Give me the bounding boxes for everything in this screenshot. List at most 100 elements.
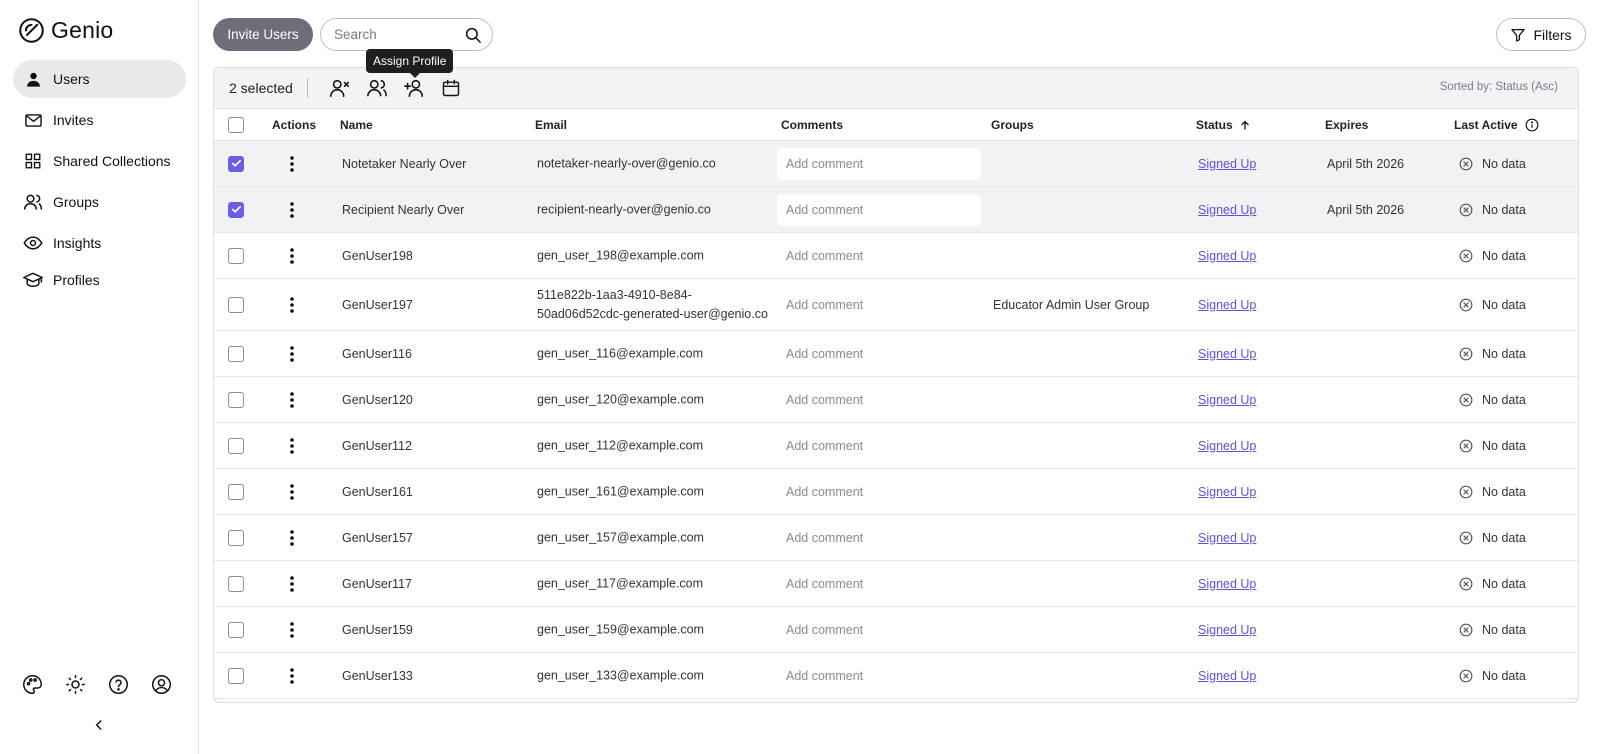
comment-input[interactable] xyxy=(777,337,981,370)
table-row[interactable]: GenUser120 gen_user_120@example.com Sign… xyxy=(214,377,1578,423)
sidebar-item-label: Groups xyxy=(53,194,99,210)
sidebar-item-insights[interactable]: Insights xyxy=(13,224,186,262)
comment-input[interactable] xyxy=(777,239,981,272)
row-checkbox[interactable] xyxy=(228,575,244,592)
row-actions-menu[interactable] xyxy=(284,528,300,548)
sidebar-item-groups[interactable]: Groups xyxy=(13,183,186,221)
row-checkbox[interactable] xyxy=(228,483,244,500)
row-actions-menu[interactable] xyxy=(284,620,300,640)
comment-input[interactable] xyxy=(777,659,981,692)
row-actions-menu[interactable] xyxy=(284,154,300,174)
remove-users-icon[interactable] xyxy=(328,76,353,101)
row-status-link[interactable]: Signed Up xyxy=(1198,577,1256,591)
row-actions-menu[interactable] xyxy=(284,390,300,410)
row-status-link[interactable]: Signed Up xyxy=(1198,347,1256,361)
row-actions-menu[interactable] xyxy=(284,574,300,594)
row-status-link[interactable]: Signed Up xyxy=(1198,439,1256,453)
comment-input[interactable] xyxy=(777,288,981,321)
row-actions-menu[interactable] xyxy=(284,295,300,315)
table-row[interactable]: GenUser116 gen_user_116@example.com Sign… xyxy=(214,331,1578,377)
row-actions-menu[interactable] xyxy=(284,482,300,502)
header-email[interactable]: Email xyxy=(535,118,567,132)
divider xyxy=(306,78,308,98)
comment-input[interactable] xyxy=(777,383,981,416)
row-checkbox[interactable] xyxy=(228,529,244,546)
help-icon[interactable] xyxy=(108,674,129,695)
table-row[interactable]: GenUser117 gen_user_117@example.com Sign… xyxy=(214,561,1578,607)
row-status-link[interactable]: Signed Up xyxy=(1198,485,1256,499)
comment-input[interactable] xyxy=(777,429,981,462)
row-checkbox[interactable] xyxy=(228,667,244,684)
row-actions-menu[interactable] xyxy=(284,246,300,266)
header-last-active[interactable]: Last Active xyxy=(1454,118,1539,132)
row-checkbox[interactable] xyxy=(228,201,244,218)
filters-button[interactable]: Filters xyxy=(1496,18,1586,51)
row-status-link[interactable]: Signed Up xyxy=(1198,203,1256,217)
sidebar-item-invites[interactable]: Invites xyxy=(13,101,186,139)
collapse-sidebar-button[interactable] xyxy=(90,716,108,734)
table-row[interactable]: GenUser157 gen_user_157@example.com Sign… xyxy=(214,515,1578,561)
header-status[interactable]: Status xyxy=(1196,118,1251,132)
checkbox[interactable] xyxy=(228,116,244,133)
sidebar-item-shared-collections[interactable]: Shared Collections xyxy=(13,142,186,180)
row-status-link[interactable]: Signed Up xyxy=(1198,393,1256,407)
comment-input[interactable] xyxy=(777,521,981,554)
row-last-active-label: No data xyxy=(1482,530,1526,545)
comment-input[interactable] xyxy=(777,613,981,646)
assign-group-icon[interactable] xyxy=(365,76,390,101)
info-icon[interactable] xyxy=(1525,118,1539,132)
account-icon[interactable] xyxy=(151,674,172,695)
chevron-left-icon xyxy=(95,720,102,730)
row-checkbox[interactable] xyxy=(228,391,244,408)
row-comment-cell xyxy=(777,288,981,321)
row-status-link[interactable]: Signed Up xyxy=(1198,298,1256,312)
row-status-link[interactable]: Signed Up xyxy=(1198,531,1256,545)
select-all-checkbox[interactable] xyxy=(228,116,244,133)
no-data-icon xyxy=(1459,157,1473,170)
table-row[interactable]: GenUser133 gen_user_133@example.com Sign… xyxy=(214,653,1578,699)
row-actions-menu[interactable] xyxy=(284,344,300,364)
table-row[interactable]: Recipient Nearly Over recipient-nearly-o… xyxy=(214,187,1578,233)
sidebar-item-users[interactable]: Users xyxy=(13,60,186,98)
table-row[interactable]: Notetaker Nearly Over notetaker-nearly-o… xyxy=(214,141,1578,187)
comment-input[interactable] xyxy=(777,193,981,226)
row-name: GenUser197 xyxy=(342,297,413,312)
table-row[interactable]: GenUser198 gen_user_198@example.com Sign… xyxy=(214,233,1578,279)
row-checkbox[interactable] xyxy=(228,345,244,362)
row-status-link[interactable]: Signed Up xyxy=(1198,249,1256,263)
no-data-icon xyxy=(1459,439,1473,452)
search-input[interactable] xyxy=(334,27,454,42)
header-name[interactable]: Name xyxy=(340,118,373,132)
comment-input[interactable] xyxy=(777,475,981,508)
no-data-icon xyxy=(1459,203,1473,216)
row-actions-menu[interactable] xyxy=(284,200,300,220)
comment-input[interactable] xyxy=(777,567,981,600)
row-status-link[interactable]: Signed Up xyxy=(1198,157,1256,171)
more-vertical-icon xyxy=(290,483,294,500)
assign-profile-icon[interactable] xyxy=(402,76,427,101)
row-actions-menu[interactable] xyxy=(284,436,300,456)
row-status-link[interactable]: Signed Up xyxy=(1198,669,1256,683)
table-row[interactable]: GenUser159 gen_user_159@example.com Sign… xyxy=(214,607,1578,653)
row-checkbox[interactable] xyxy=(228,621,244,638)
table-row[interactable]: GenUser197 511e822b-1aa3-4910-8e84- 50ad0… xyxy=(214,279,1578,331)
table-row[interactable]: GenUser112 gen_user_112@example.com Sign… xyxy=(214,423,1578,469)
row-checkbox[interactable] xyxy=(228,296,244,313)
row-status-link[interactable]: Signed Up xyxy=(1198,623,1256,637)
row-name: GenUser161 xyxy=(342,484,413,499)
row-actions-menu[interactable] xyxy=(284,666,300,686)
invite-users-button[interactable]: Invite Users xyxy=(213,18,313,51)
sun-icon[interactable] xyxy=(65,674,86,695)
comment-input[interactable] xyxy=(777,147,981,180)
row-checkbox[interactable] xyxy=(228,437,244,454)
more-vertical-icon xyxy=(290,296,294,313)
header-expires[interactable]: Expires xyxy=(1325,118,1368,132)
sidebar-item-profiles[interactable]: Profiles xyxy=(13,261,186,299)
palette-icon[interactable] xyxy=(22,674,43,695)
calendar-icon[interactable] xyxy=(439,76,464,101)
row-checkbox[interactable] xyxy=(228,155,244,172)
table-row[interactable]: GenUser161 gen_user_161@example.com Sign… xyxy=(214,469,1578,515)
app-logo[interactable]: Genio xyxy=(18,17,113,44)
search-icon[interactable] xyxy=(464,26,482,44)
row-checkbox[interactable] xyxy=(228,247,244,264)
